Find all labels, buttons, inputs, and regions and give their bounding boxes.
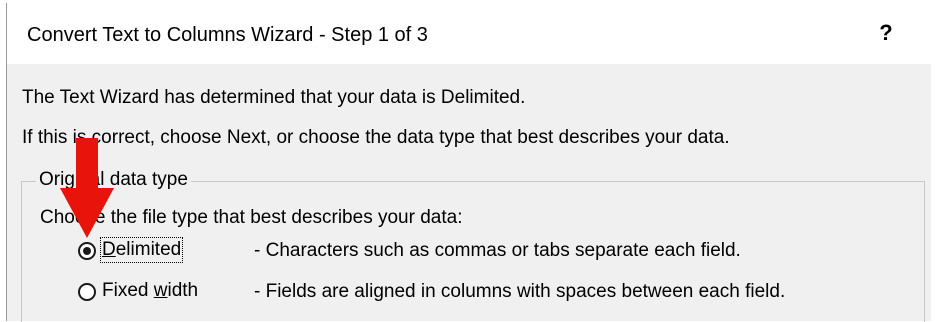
delimited-label[interactable]: Delimited: [99, 237, 184, 263]
detection-message: The Text Wizard has determined that your…: [22, 87, 526, 108]
help-button[interactable]: ?: [873, 20, 899, 48]
title-bar: Convert Text to Columns Wizard - Step 1 …: [7, 3, 931, 64]
delimited-radio[interactable]: [78, 242, 96, 260]
delimited-description: - Characters such as commas or tabs sepa…: [254, 240, 741, 261]
fixed-width-label-rest: idth: [167, 280, 199, 301]
fixed-width-mnemonic: w: [153, 280, 168, 301]
fixed-width-description: - Fields are aligned in columns with spa…: [254, 281, 786, 302]
delimited-mnemonic: D: [102, 239, 116, 260]
instruction-message: If this is correct, choose Next, or choo…: [22, 127, 730, 148]
red-arrow-annotation-icon: [60, 138, 114, 238]
delimited-label-text: elimited: [115, 239, 182, 260]
text-to-columns-dialog: Convert Text to Columns Wizard - Step 1 …: [6, 3, 931, 322]
fixed-width-label-prefix: Fixed: [102, 280, 154, 301]
fixed-width-label[interactable]: Fixed width: [102, 280, 198, 302]
dialog-title: Convert Text to Columns Wizard - Step 1 …: [27, 24, 428, 46]
original-data-type-group: Original data type Choose the file type …: [21, 169, 925, 322]
fixed-width-radio[interactable]: [78, 283, 96, 301]
